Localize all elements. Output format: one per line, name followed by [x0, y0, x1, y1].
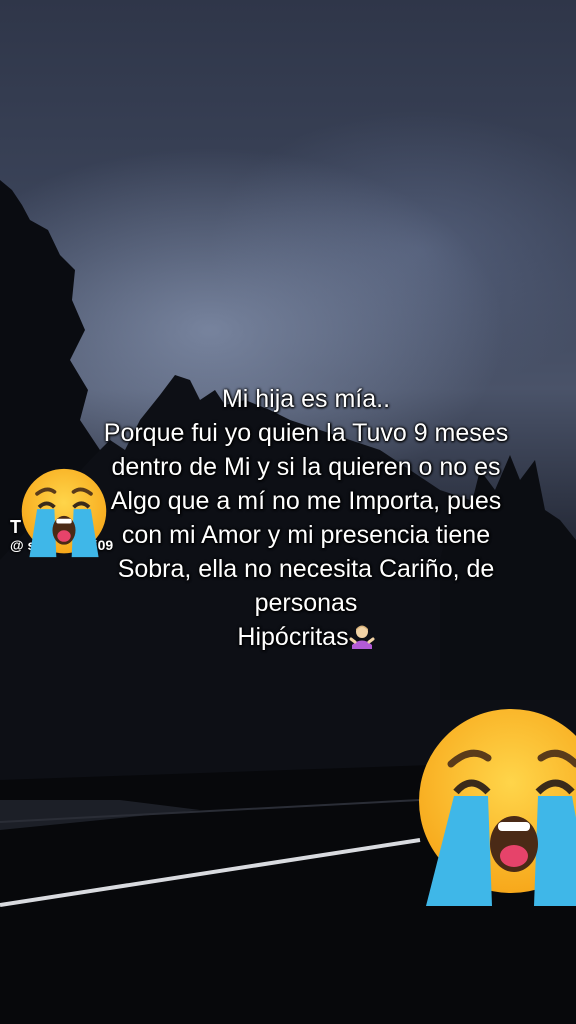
caption-body: Mi hija es mía.. Porque fui yo quien la … — [103, 385, 509, 651]
crying-face-emoji — [21, 468, 107, 558]
person-shrugging-emoji — [349, 625, 375, 649]
crying-face-emoji — [419, 709, 576, 906]
caption-text: Mi hija es mía.. Porque fui yo quien la … — [100, 382, 512, 654]
